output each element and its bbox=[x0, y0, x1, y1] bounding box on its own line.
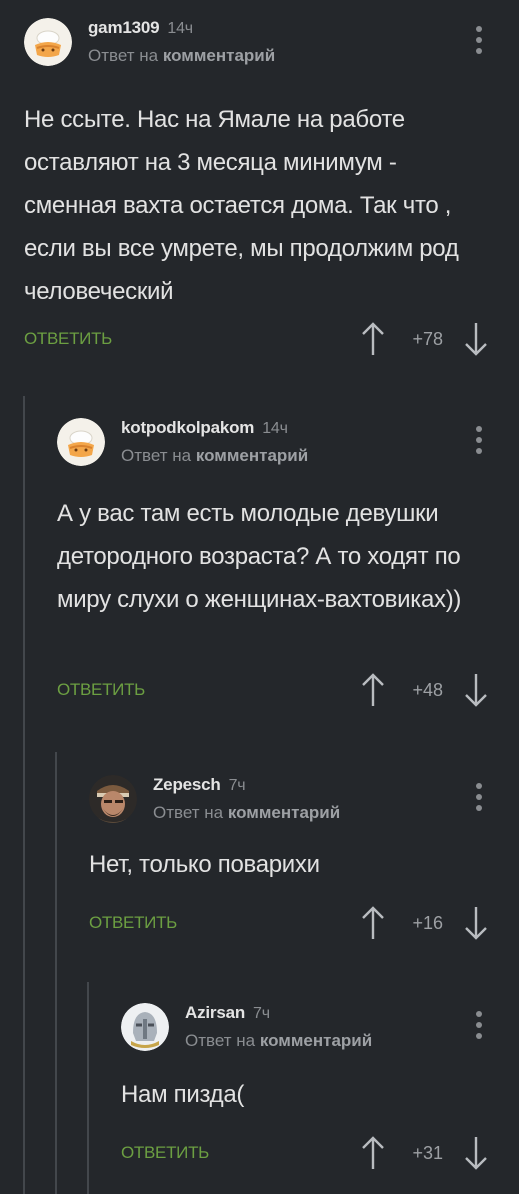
comment-time: 14ч bbox=[262, 420, 288, 437]
reply-to-prefix: Ответ на bbox=[153, 803, 224, 822]
comment: gam1309 14ч Ответ на комментарий Не ссыте… bbox=[24, 18, 519, 361]
author-name[interactable]: kotpodkolpakom bbox=[121, 418, 254, 437]
author-name[interactable]: Azirsan bbox=[185, 1003, 245, 1022]
thread-line bbox=[87, 982, 89, 1194]
more-menu-icon[interactable] bbox=[473, 1011, 485, 1045]
reply-to-link[interactable]: комментарий bbox=[260, 1031, 372, 1050]
thread-line bbox=[23, 396, 25, 1194]
rating-value: +16 bbox=[412, 913, 443, 933]
rating-value: +31 bbox=[412, 1143, 443, 1163]
reply-to: Ответ на комментарий bbox=[121, 446, 308, 466]
comment-actions: ОТВЕТИТЬ +78 bbox=[24, 321, 519, 361]
reply-to: Ответ на комментарий bbox=[153, 803, 340, 823]
arrow-down-icon[interactable] bbox=[463, 905, 489, 941]
more-menu-icon[interactable] bbox=[473, 426, 485, 460]
rating-value: +78 bbox=[412, 329, 443, 349]
pie-avatar-icon[interactable] bbox=[57, 418, 105, 466]
comment-header: kotpodkolpakom 14ч Ответ на комментарий bbox=[57, 418, 519, 474]
comment-author[interactable]: kotpodkolpakom 14ч bbox=[121, 418, 288, 438]
bearded-man-avatar-icon[interactable] bbox=[89, 775, 137, 823]
comment-author[interactable]: Azirsan 7ч bbox=[185, 1003, 270, 1023]
pie-avatar-icon[interactable] bbox=[24, 18, 72, 66]
arrow-up-icon[interactable] bbox=[360, 905, 386, 941]
comment-header: Azirsan 7ч Ответ на комментарий bbox=[121, 1003, 519, 1059]
comment-header: Zepesch 7ч Ответ на комментарий bbox=[89, 775, 519, 831]
comment-header: gam1309 14ч Ответ на комментарий bbox=[24, 18, 519, 74]
reply-to-prefix: Ответ на bbox=[121, 446, 192, 465]
reply-to-link[interactable]: комментарий bbox=[228, 803, 340, 822]
helmet-avatar-icon[interactable] bbox=[121, 1003, 169, 1051]
comment: Zepesch 7ч Ответ на комментарий Нет, толь… bbox=[89, 775, 519, 945]
arrow-down-icon[interactable] bbox=[463, 321, 489, 357]
reply-to: Ответ на комментарий bbox=[88, 46, 275, 66]
comment-text: А у вас там есть молодые девушки детород… bbox=[57, 500, 462, 613]
thread-line bbox=[55, 752, 57, 1194]
reply-to: Ответ на комментарий bbox=[185, 1031, 372, 1051]
reply-button[interactable]: ОТВЕТИТЬ bbox=[89, 913, 177, 933]
comment-actions: ОТВЕТИТЬ +16 bbox=[89, 905, 519, 945]
arrow-up-icon[interactable] bbox=[360, 321, 386, 357]
comment-time: 7ч bbox=[228, 777, 246, 794]
reply-to-link[interactable]: комментарий bbox=[163, 46, 275, 65]
arrow-down-icon[interactable] bbox=[463, 672, 489, 708]
reply-to-prefix: Ответ на bbox=[185, 1031, 256, 1050]
arrow-up-icon[interactable] bbox=[360, 672, 386, 708]
reply-to-link[interactable]: комментарий bbox=[196, 446, 308, 465]
reply-button[interactable]: ОТВЕТИТЬ bbox=[121, 1143, 209, 1163]
comment-time: 14ч bbox=[167, 20, 193, 37]
arrow-down-icon[interactable] bbox=[463, 1135, 489, 1171]
comment-text: Нам пизда( bbox=[121, 1081, 245, 1108]
arrow-up-icon[interactable] bbox=[360, 1135, 386, 1171]
comment-author[interactable]: Zepesch 7ч bbox=[153, 775, 246, 795]
author-name[interactable]: Zepesch bbox=[153, 775, 221, 794]
comment-text: Нет, только поварихи bbox=[89, 851, 320, 878]
comment-text: Не ссыте. Нас на Ямале на работе оставля… bbox=[24, 106, 459, 305]
comment: kotpodkolpakom 14ч Ответ на комментарий А… bbox=[57, 418, 519, 712]
reply-button[interactable]: ОТВЕТИТЬ bbox=[24, 329, 112, 349]
comment-author[interactable]: gam1309 14ч bbox=[88, 18, 193, 38]
more-menu-icon[interactable] bbox=[473, 26, 485, 60]
reply-to-prefix: Ответ на bbox=[88, 46, 159, 65]
rating-value: +48 bbox=[412, 680, 443, 700]
comment-actions: ОТВЕТИТЬ +48 bbox=[57, 672, 519, 712]
comment-actions: ОТВЕТИТЬ +31 bbox=[121, 1135, 519, 1175]
reply-button[interactable]: ОТВЕТИТЬ bbox=[57, 680, 145, 700]
more-menu-icon[interactable] bbox=[473, 783, 485, 817]
comment-time: 7ч bbox=[253, 1005, 270, 1022]
author-name[interactable]: gam1309 bbox=[88, 18, 160, 37]
comment: Azirsan 7ч Ответ на комментарий Нам пизда… bbox=[121, 1003, 519, 1175]
